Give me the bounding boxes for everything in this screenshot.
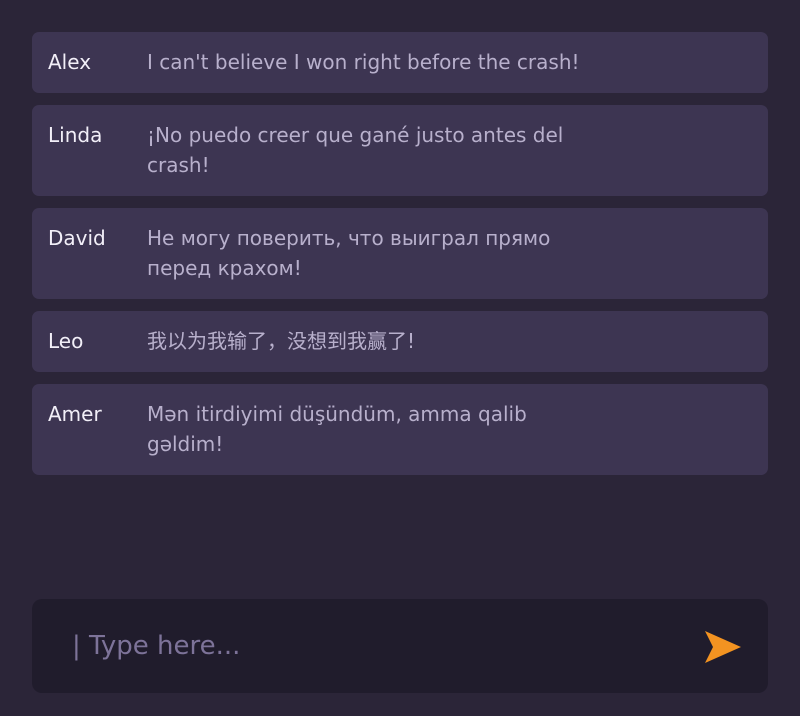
message-item: Leo 我以为我输了，没想到我赢了! <box>32 311 768 372</box>
message-text: ¡No puedo creer que gané justo antes del… <box>147 123 564 177</box>
message-author: Alex <box>48 50 92 74</box>
message-item: David Не могу поверить, что выиграл прям… <box>32 208 768 299</box>
message-item: Linda ¡No puedo creer que gané justo ant… <box>32 105 768 196</box>
message-author: Leo <box>48 329 84 353</box>
message-author: Amer <box>48 402 102 426</box>
message-author: Linda <box>48 123 103 147</box>
message-author: David <box>48 226 106 250</box>
message-item: Alex I can't believe I won right before … <box>32 32 768 93</box>
message-list: Alex I can't believe I won right before … <box>32 32 768 487</box>
message-text: Не могу поверить, что выиграл прямо пере… <box>147 226 551 280</box>
send-arrow-icon <box>705 631 741 663</box>
message-text: I can't believe I won right before the c… <box>147 50 580 74</box>
send-button[interactable] <box>704 630 742 664</box>
message-composer <box>32 599 768 693</box>
message-item: Amer Mən itirdiyimi düşündüm, amma qalib… <box>32 384 768 475</box>
message-input[interactable] <box>72 623 632 669</box>
message-text: 我以为我输了，没想到我赢了! <box>147 329 416 353</box>
message-text: Mən itirdiyimi düşündüm, amma qalib gəld… <box>147 402 527 456</box>
